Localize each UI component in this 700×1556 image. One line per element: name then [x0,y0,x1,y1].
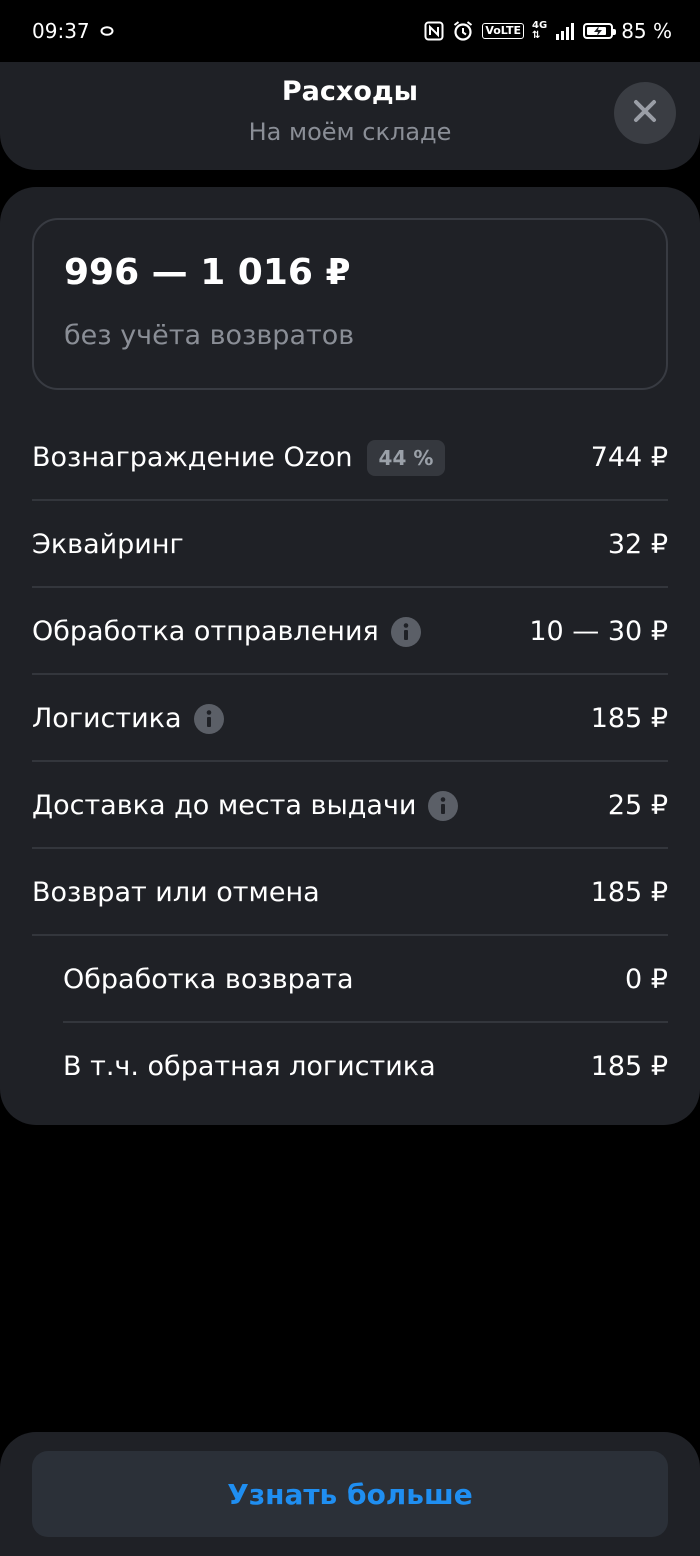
row-value: 25 ₽ [607,790,668,821]
expense-row-logistics: Логистика 185 ₽ [32,675,668,762]
expense-row-return: Возврат или отмена 185 ₽ [32,849,668,936]
data-arrows-icon: ⇅ [532,30,541,41]
expense-row-processing: Обработка отправления 10 — 30 ₽ [32,588,668,675]
row-value: 185 ₽ [590,877,668,908]
close-icon [633,99,657,127]
battery-outline [583,23,617,39]
row-label-group: Возврат или отмена [32,877,320,908]
commission-badge: 44 % [366,439,446,476]
total-summary: 996 — 1 016 ₽ без учёта возвратов [32,218,668,390]
expense-row-return-processing: Обработка возврата 0 ₽ [63,936,668,1023]
row-label-group: Вознаграждение Ozon 44 % [32,439,446,476]
learn-more-button[interactable]: Узнать больше [32,1451,668,1537]
page-subtitle: На моём складе [248,118,452,146]
expense-row-reverse-logistics: В т.ч. обратная логистика 185 ₽ [63,1023,668,1110]
row-label: В т.ч. обратная логистика [63,1051,436,1082]
row-value: 32 ₽ [607,529,668,560]
row-value: 0 ₽ [625,964,668,995]
expenses-card: 996 — 1 016 ₽ без учёта возвратов Вознаг… [0,187,700,1125]
row-label-group: Доставка до места выдачи [32,790,459,821]
row-label-group: В т.ч. обратная логистика [63,1051,436,1082]
row-label: Логистика [32,703,182,734]
expense-row-delivery: Доставка до места выдачи 25 ₽ [32,762,668,849]
signal-icon [555,21,575,41]
status-bar-right: VoLTE 4G ⇅ 85 % [424,19,672,43]
total-amount: 996 — 1 016 ₽ [64,252,351,293]
page-title: Расходы [281,76,419,107]
close-button[interactable] [614,82,676,144]
status-bar-left: 09:37 [32,19,114,43]
row-label-group: Обработка отправления [32,616,421,647]
expense-row-acquiring: Эквайринг 32 ₽ [32,501,668,588]
status-time: 09:37 [32,19,90,43]
sync-icon [100,26,114,36]
row-value: 10 — 30 ₽ [529,616,668,647]
volte-icon: VoLTE [482,23,525,39]
row-label: Обработка отправления [32,616,379,647]
alarm-icon [452,20,474,42]
row-label: Возврат или отмена [32,877,320,908]
info-icon[interactable] [428,790,459,821]
row-label: Вознаграждение Ozon [32,442,353,473]
row-label-group: Обработка возврата [63,964,354,995]
row-value: 185 ₽ [590,1051,668,1082]
info-icon[interactable] [390,616,421,647]
bottom-bar: Узнать больше [0,1432,700,1556]
network-type-icon: 4G ⇅ [532,21,547,41]
row-label-group: Логистика [32,703,224,734]
row-value: 185 ₽ [590,703,668,734]
row-value: 744 ₽ [590,442,668,473]
expense-row-ozon-fee: Вознаграждение Ozon 44 % 744 ₽ [32,414,668,501]
row-label: Доставка до места выдачи [32,790,417,821]
row-label: Обработка возврата [63,964,354,995]
row-label: Эквайринг [32,529,184,560]
total-note: без учёта возвратов [64,320,355,351]
battery-percent: 85 % [621,19,672,43]
status-bar: 09:37 VoLTE 4G ⇅ 85 % [0,0,700,62]
battery-icon [583,23,617,39]
nfc-icon [424,21,444,41]
row-label-group: Эквайринг [32,529,184,560]
expense-list: Вознаграждение Ozon 44 % 744 ₽ Эквайринг… [0,414,700,1110]
info-icon[interactable] [193,703,224,734]
sheet-header: Расходы На моём складе [0,62,700,170]
